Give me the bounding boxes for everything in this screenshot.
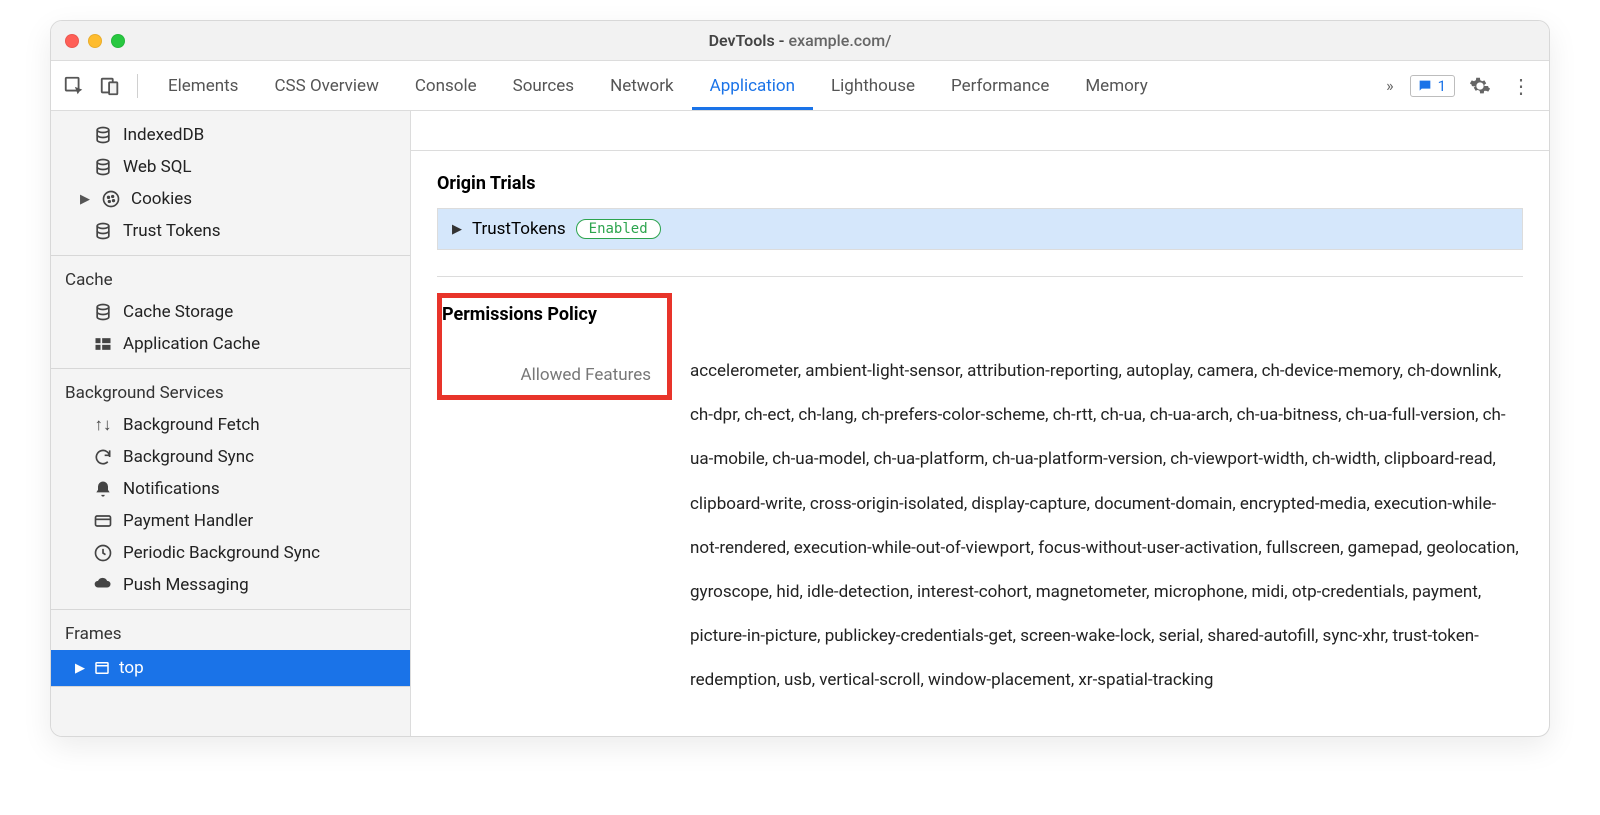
settings-gear-icon[interactable]	[1465, 71, 1495, 101]
sidebar-item-label: Application Cache	[123, 334, 260, 354]
tab-lighthouse[interactable]: Lighthouse	[813, 61, 933, 110]
sidebar-item-application-cache[interactable]: Application Cache	[51, 328, 410, 360]
more-tabs-chevron-icon[interactable]: »	[1380, 76, 1400, 95]
tab-memory[interactable]: Memory	[1067, 61, 1165, 110]
sidebar-section-background: Background Services	[51, 377, 410, 409]
sidebar-item-push-messaging[interactable]: Push Messaging	[51, 569, 410, 601]
sidebar-item-periodic-sync[interactable]: Periodic Background Sync	[51, 537, 410, 569]
permissions-policy-highlight: Permissions Policy Allowed Features	[437, 293, 672, 400]
sidebar-item-background-sync[interactable]: Background Sync	[51, 441, 410, 473]
sidebar-section-cache: Cache	[51, 264, 410, 296]
main-content: Origin Trials ▶ TrustTokens Enabled Perm…	[411, 111, 1549, 736]
sidebar-item-cookies[interactable]: ▶ Cookies	[51, 183, 410, 215]
sidebar-item-label: Cookies	[131, 189, 192, 209]
allowed-features-label: Allowed Features	[442, 365, 657, 385]
sidebar-item-label: Background Sync	[123, 447, 254, 467]
expand-arrow-icon: ▶	[79, 192, 91, 207]
tab-application[interactable]: Application	[692, 61, 813, 110]
tab-css-overview[interactable]: CSS Overview	[256, 61, 396, 110]
allowed-features-list: accelerometer, ambient-light-sensor, att…	[690, 293, 1523, 703]
origin-trials-section: Origin Trials ▶ TrustTokens Enabled	[437, 173, 1523, 250]
console-messages-badge[interactable]: 1	[1410, 75, 1455, 97]
console-message-count: 1	[1438, 77, 1446, 95]
window-title: DevTools - example.com/	[51, 31, 1549, 50]
origin-trials-heading: Origin Trials	[437, 173, 1523, 194]
tab-sources[interactable]: Sources	[495, 61, 592, 110]
sidebar-section-frames: Frames	[51, 618, 410, 650]
tab-console[interactable]: Console	[397, 61, 495, 110]
more-menu-icon[interactable]: ⋮	[1505, 74, 1537, 98]
sidebar-item-label: Web SQL	[123, 157, 192, 177]
trial-status-badge: Enabled	[576, 219, 661, 239]
application-sidebar: IndexedDB Web SQL ▶ Cookies Trust Tokens	[51, 111, 411, 736]
window-title-url: example.com/	[789, 31, 892, 50]
expand-arrow-icon: ▶	[452, 222, 462, 237]
sidebar-item-label: Cache Storage	[123, 302, 233, 322]
sidebar-item-cache-storage[interactable]: Cache Storage	[51, 296, 410, 328]
inspect-element-icon[interactable]	[59, 71, 89, 101]
trial-name: TrustTokens	[472, 219, 566, 239]
sidebar-item-label: IndexedDB	[123, 125, 204, 145]
permissions-policy-section: Permissions Policy Allowed Features acce…	[437, 293, 1523, 703]
sidebar-item-label: top	[119, 658, 144, 678]
sidebar-item-frame-top[interactable]: ▶ top	[51, 650, 410, 686]
sidebar-item-indexeddb[interactable]: IndexedDB	[51, 119, 410, 151]
separator	[137, 74, 138, 98]
sidebar-item-label: Trust Tokens	[123, 221, 221, 241]
window-title-prefix: DevTools -	[709, 31, 789, 50]
sidebar-item-trust-tokens[interactable]: Trust Tokens	[51, 215, 410, 247]
sidebar-item-background-fetch[interactable]: ↑↓ Background Fetch	[51, 409, 410, 441]
sidebar-item-label: Payment Handler	[123, 511, 253, 531]
sidebar-item-payment-handler[interactable]: Payment Handler	[51, 505, 410, 537]
devtools-window: DevTools - example.com/ Elements CSS Ove…	[50, 20, 1550, 737]
toolbar: Elements CSS Overview Console Sources Ne…	[51, 61, 1549, 111]
permissions-policy-heading: Permissions Policy	[442, 304, 657, 325]
panel-tabs: Elements CSS Overview Console Sources Ne…	[150, 61, 1374, 110]
tab-elements[interactable]: Elements	[150, 61, 256, 110]
device-toggle-icon[interactable]	[95, 71, 125, 101]
updown-icon: ↑↓	[93, 415, 113, 435]
sidebar-item-websql[interactable]: Web SQL	[51, 151, 410, 183]
origin-trial-row[interactable]: ▶ TrustTokens Enabled	[437, 208, 1523, 250]
expand-arrow-icon: ▶	[75, 661, 85, 676]
tab-performance[interactable]: Performance	[933, 61, 1067, 110]
sidebar-item-notifications[interactable]: Notifications	[51, 473, 410, 505]
sidebar-item-label: Periodic Background Sync	[123, 543, 320, 563]
titlebar: DevTools - example.com/	[51, 21, 1549, 61]
sidebar-item-label: Notifications	[123, 479, 220, 499]
tab-network[interactable]: Network	[592, 61, 692, 110]
sidebar-item-label: Push Messaging	[123, 575, 249, 595]
sidebar-item-label: Background Fetch	[123, 415, 260, 435]
